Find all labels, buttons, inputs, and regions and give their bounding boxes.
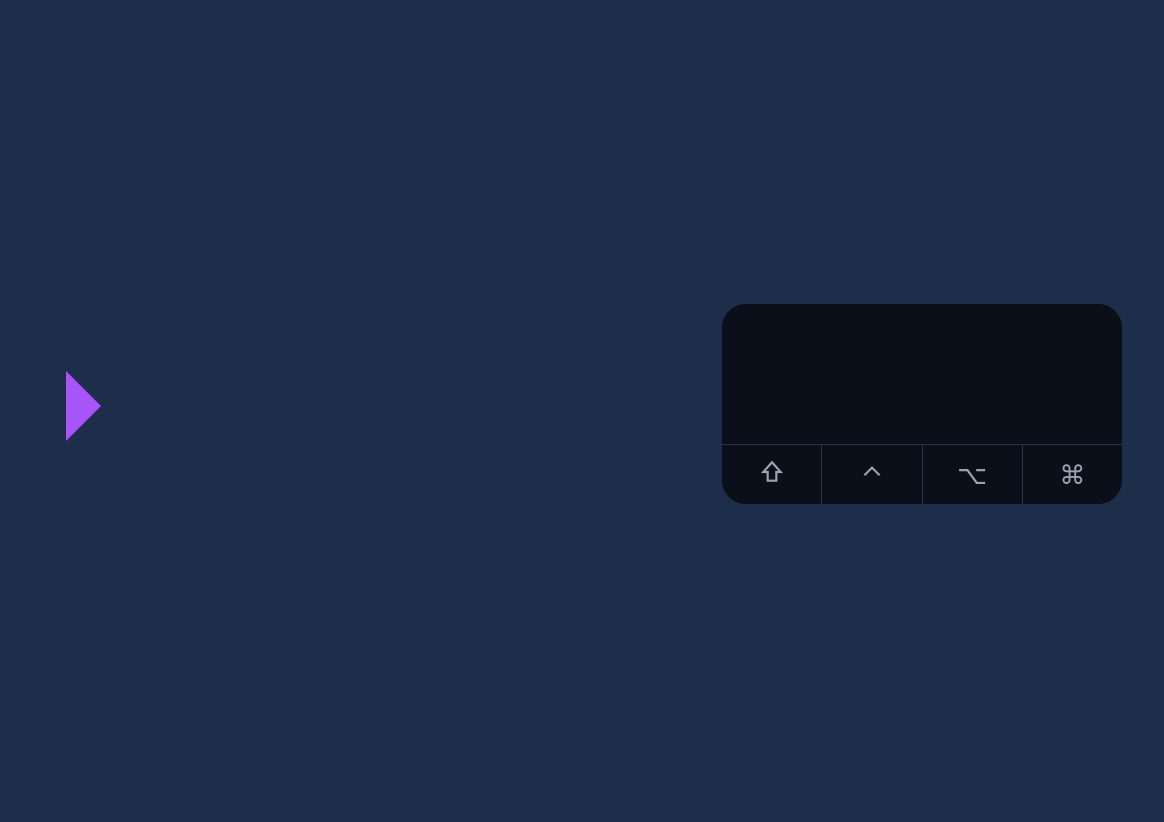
option-icon: ⌥: [957, 462, 987, 488]
command-key-button[interactable]: ⌘: [1023, 445, 1122, 504]
shift-icon: [759, 459, 785, 490]
shortcut-display-area[interactable]: [722, 304, 1122, 444]
control-icon: [859, 459, 885, 490]
expand-handle[interactable]: [66, 371, 101, 441]
command-icon: ⌘: [1059, 462, 1085, 488]
control-key-button[interactable]: [822, 445, 922, 504]
modifier-key-row: ⌥ ⌘: [722, 444, 1122, 504]
shortcut-recorder-panel: ⌥ ⌘: [722, 304, 1122, 504]
option-key-button[interactable]: ⌥: [923, 445, 1023, 504]
shift-key-button[interactable]: [722, 445, 822, 504]
